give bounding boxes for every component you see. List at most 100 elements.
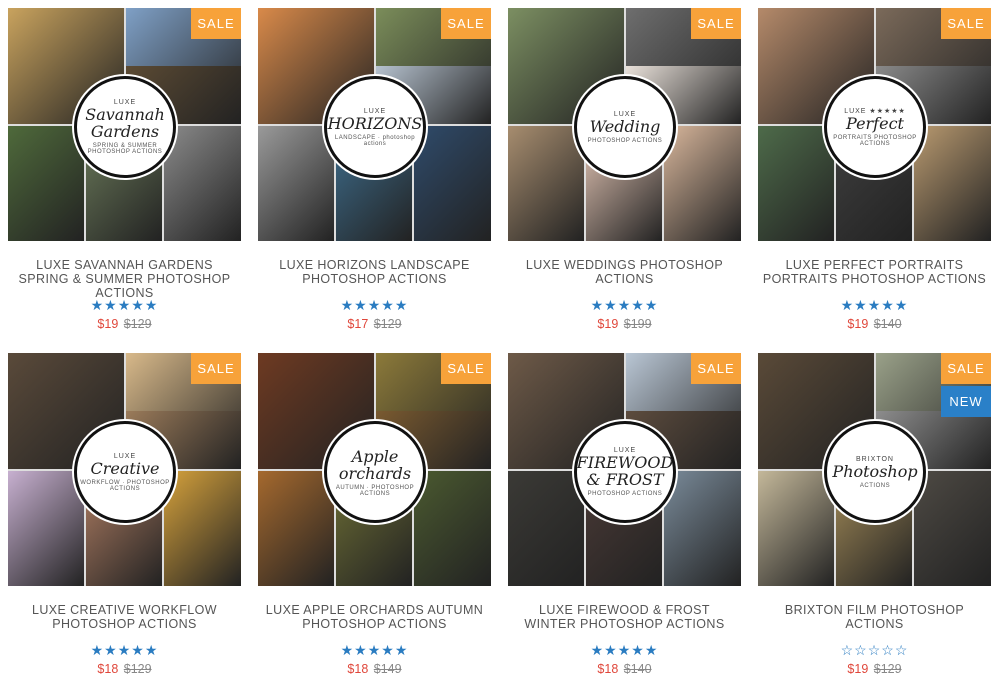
sale-badge: SALE <box>441 353 491 384</box>
product-card[interactable]: LUXE ★★★★★ Perfect PORTRAITS PHOTOSHOP ACT… <box>758 8 991 353</box>
product-title[interactable]: LUXE HORIZONS LANDSCAPE PHOTOSHOP ACTION… <box>258 258 491 288</box>
product-card[interactable]: LUXE Wedding PHOTOSHOP ACTIONS SALE LUXE WED… <box>508 8 741 353</box>
sale-badge: SALE <box>941 8 991 39</box>
sale-price: $19 <box>847 317 869 331</box>
logo-sub-text: PORTRAITS PHOTOSHOP ACTIONS <box>833 135 917 147</box>
rating-stars-icon: ★★★★★ <box>90 297 159 313</box>
new-badge: NEW <box>941 386 991 417</box>
logo-main-text: Apple orchards <box>338 446 412 483</box>
product-logo: LUXE Creative WORKFLOW · PHOTOSHOP ACTIONS <box>74 421 176 523</box>
product-image[interactable]: LUXE Savannah Gardens SPRING & SUMMER PHOT… <box>8 8 241 241</box>
collage-photo <box>8 126 84 241</box>
product-price: $19 $199 <box>508 317 741 331</box>
collage-photo <box>258 126 334 241</box>
product-card[interactable]: LUXE Savannah Gardens SPRING & SUMMER PHOT… <box>8 8 241 353</box>
product-card[interactable]: LUXE FIREWOOD & FROST PHOTOSHOP ACTIONS SAL… <box>508 353 741 698</box>
product-title[interactable]: LUXE WEDDINGS PHOTOSHOP ACTIONS <box>508 258 741 288</box>
product-price: $18 $149 <box>258 662 491 676</box>
collage-photo <box>508 126 584 241</box>
sale-price: $18 <box>97 662 119 676</box>
product-image[interactable]: LUXE Creative WORKFLOW · PHOTOSHOP ACTIONS… <box>8 353 241 586</box>
logo-sub-text: AUTUMN · PHOTOSHOP ACTIONS <box>335 484 415 497</box>
rating-stars-icon: ★★★★★ <box>590 642 659 658</box>
original-price: $140 <box>623 662 652 676</box>
original-price: $140 <box>873 317 902 331</box>
product-title[interactable]: LUXE APPLE ORCHARDS AUTUMN PHOTOSHOP ACT… <box>258 603 491 633</box>
sale-price: $18 <box>597 662 619 676</box>
product-image[interactable]: LUXE ★★★★★ Perfect PORTRAITS PHOTOSHOP ACT… <box>758 8 991 241</box>
logo-main-text: Creative <box>90 458 160 478</box>
sale-badge: SALE <box>691 353 741 384</box>
original-price: $129 <box>123 662 152 676</box>
collage-photo <box>164 471 241 586</box>
collage-photo <box>508 471 584 586</box>
logo-sub-text: WORKFLOW · PHOTOSHOP ACTIONS <box>80 479 170 492</box>
product-grid: LUXE Savannah Gardens SPRING & SUMMER PHOT… <box>8 8 992 698</box>
collage-photo <box>258 471 334 586</box>
product-title[interactable]: BRIXTON FILM PHOTOSHOP ACTIONS <box>758 603 991 633</box>
original-price: $129 <box>873 662 902 676</box>
original-price: $149 <box>373 662 402 676</box>
collage-photo <box>414 126 491 241</box>
rating-stars-icon: ☆☆☆☆☆ <box>840 642 909 658</box>
sale-price: $17 <box>347 317 369 331</box>
rating-stars-icon: ★★★★★ <box>590 297 659 313</box>
rating-stars-icon: ★★★★★ <box>340 297 409 313</box>
logo-main-text: Savannah Gardens <box>85 105 165 141</box>
product-price: $18 $129 <box>8 662 241 676</box>
logo-main-text: Photoshop <box>832 461 918 481</box>
product-logo: LUXE ★★★★★ Perfect PORTRAITS PHOTOSHOP ACT… <box>824 76 926 178</box>
collage-photo <box>8 471 84 586</box>
product-title[interactable]: LUXE FIREWOOD & FROST WINTER PHOTOSHOP A… <box>508 603 741 633</box>
sale-badge: SALE <box>441 8 491 39</box>
product-image[interactable]: Apple orchards AUTUMN · PHOTOSHOP ACTIONS… <box>258 353 491 586</box>
product-image[interactable]: LUXE FIREWOOD & FROST PHOTOSHOP ACTIONS SAL… <box>508 353 741 586</box>
product-logo: LUXE Wedding PHOTOSHOP ACTIONS <box>574 76 676 178</box>
product-title[interactable]: LUXE CREATIVE WORKFLOW PHOTOSHOP ACTIONS <box>8 603 241 633</box>
logo-main-text: Wedding <box>589 116 661 136</box>
sale-price: $19 <box>597 317 619 331</box>
product-price: $17 $129 <box>258 317 491 331</box>
rating-stars-icon: ★★★★★ <box>840 297 909 313</box>
product-logo: Apple orchards AUTUMN · PHOTOSHOP ACTIONS <box>324 421 426 523</box>
product-card[interactable]: LUXE HORIZONS LANDSCAPE · photoshop action… <box>258 8 491 353</box>
collage-photo <box>914 471 991 586</box>
sale-badge: SALE <box>691 8 741 39</box>
product-card[interactable]: Apple orchards AUTUMN · PHOTOSHOP ACTIONS… <box>258 353 491 698</box>
logo-main-text: Perfect <box>846 114 904 133</box>
rating-stars-icon: ★★★★★ <box>90 642 159 658</box>
logo-sub-text: LANDSCAPE · photoshop actions <box>334 134 416 147</box>
product-price: $19 $129 <box>758 662 991 676</box>
sale-price: $18 <box>347 662 369 676</box>
product-card[interactable]: LUXE Creative WORKFLOW · PHOTOSHOP ACTIONS… <box>8 353 241 698</box>
sale-badge: SALE <box>191 8 241 39</box>
collage-photo <box>664 126 741 241</box>
sale-badge: SALE <box>941 353 991 384</box>
product-logo: LUXE Savannah Gardens SPRING & SUMMER PHOT… <box>74 76 176 178</box>
logo-main-text: FIREWOOD & FROST <box>576 453 674 489</box>
original-price: $129 <box>373 317 402 331</box>
product-title[interactable]: LUXE SAVANNAH GARDENS SPRING & SUMMER PH… <box>8 258 241 300</box>
product-title[interactable]: LUXE PERFECT PORTRAITS PORTRAITS PHOTOSH… <box>758 258 991 288</box>
original-price: $199 <box>623 317 652 331</box>
sale-price: $19 <box>847 662 869 676</box>
logo-main-text: HORIZONS <box>327 113 423 133</box>
collage-photo <box>758 471 834 586</box>
logo-sub-text: PHOTOSHOP ACTIONS <box>587 491 663 497</box>
logo-sub-text: SPRING & SUMMER PHOTOSHOP ACTIONS <box>87 143 163 155</box>
product-image[interactable]: BRIXTON Photoshop ACTIONS SALE NEW <box>758 353 991 586</box>
logo-sub-text: ACTIONS <box>859 482 891 489</box>
product-image[interactable]: LUXE Wedding PHOTOSHOP ACTIONS SALE <box>508 8 741 241</box>
logo-sub-text: PHOTOSHOP ACTIONS <box>587 137 663 144</box>
rating-stars-icon: ★★★★★ <box>340 642 409 658</box>
product-price: $19 $140 <box>758 317 991 331</box>
product-card[interactable]: BRIXTON Photoshop ACTIONS SALE NEW BRIXTON FI… <box>758 353 991 698</box>
product-price: $18 $140 <box>508 662 741 676</box>
collage-photo <box>758 126 834 241</box>
product-image[interactable]: LUXE HORIZONS LANDSCAPE · photoshop action… <box>258 8 491 241</box>
collage-photo <box>414 471 491 586</box>
sale-badge: SALE <box>191 353 241 384</box>
product-logo: LUXE HORIZONS LANDSCAPE · photoshop action… <box>324 76 426 178</box>
product-price: $19 $129 <box>8 317 241 331</box>
collage-photo <box>914 126 991 241</box>
